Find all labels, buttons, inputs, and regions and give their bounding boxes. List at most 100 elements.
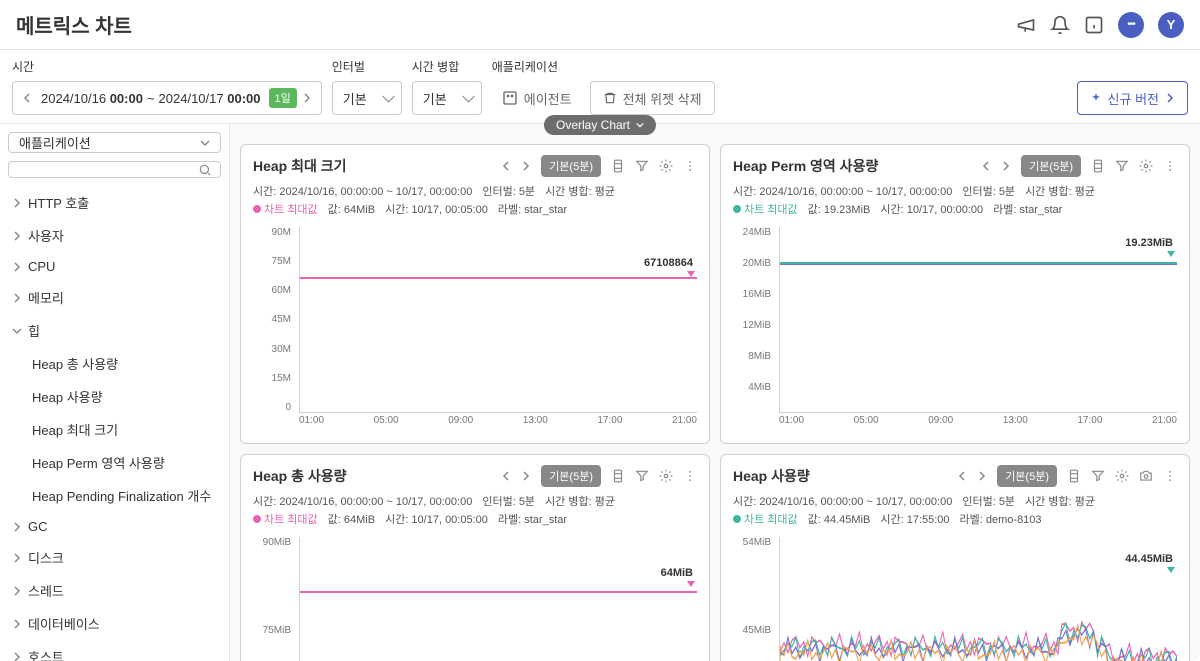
timer-icon[interactable] — [1067, 469, 1081, 483]
tree-parent-item[interactable]: CPU — [8, 252, 221, 281]
chart-plot[interactable]: 90M75M60M45M30M15M001:0005:0009:0013:001… — [253, 227, 697, 433]
announcement-icon[interactable] — [1016, 15, 1036, 35]
chart-panel: Heap 총 사용량기본(5분)시간: 2024/10/16, 00:00:00… — [240, 454, 710, 661]
chevron-right-icon — [12, 586, 22, 596]
tree-parent-item[interactable]: GC — [8, 512, 221, 541]
panel-prev-button[interactable] — [957, 471, 967, 481]
camera-icon[interactable] — [1139, 469, 1153, 483]
chart-plot[interactable]: 24MiB20MiB16MiB12MiB8MiB4MiB01:0005:0009… — [733, 227, 1177, 433]
filter-icon[interactable] — [1115, 159, 1129, 173]
meta-label: 라벨: star_star — [498, 201, 567, 217]
meta-merge: 시간 병합: 평균 — [1025, 493, 1095, 509]
tree-parent-item[interactable]: 사용자 — [8, 219, 221, 252]
avatar[interactable]: Y — [1158, 12, 1184, 38]
chart-plot[interactable]: 90MiB75MiB60MiB64MiB — [253, 537, 697, 661]
panel-prev-button[interactable] — [981, 161, 991, 171]
filter-icon[interactable] — [635, 159, 649, 173]
panel-next-button[interactable] — [1001, 161, 1011, 171]
chart-panels: Heap 최대 크기기본(5분)시간: 2024/10/16, 00:00:00… — [230, 124, 1200, 661]
bell-icon[interactable] — [1050, 15, 1070, 35]
toolbar-label-time: 시간 — [12, 58, 322, 75]
meta-merge: 시간 병합: 평균 — [545, 183, 615, 199]
tree-parent-item[interactable]: 스레드 — [8, 574, 221, 607]
tree-item-label: Heap Perm 영역 사용량 — [32, 453, 165, 472]
tree-parent-item[interactable]: 메모리 — [8, 281, 221, 314]
time-next-button[interactable] — [297, 84, 317, 112]
gear-icon[interactable] — [659, 159, 673, 173]
interval-badge: 기본(5분) — [541, 155, 601, 177]
meta-value: 값: 19.23MiB — [808, 201, 871, 217]
tree-item-label: 메모리 — [28, 288, 64, 307]
gear-icon[interactable] — [1115, 469, 1129, 483]
y-axis: 90M75M60M45M30M15M0 — [253, 227, 295, 413]
toolbar-label-app: 애플리케이션 — [492, 58, 715, 75]
toolbar-label-merge: 시간 병합 — [412, 58, 482, 75]
sidebar: 애플리케이션 HTTP 호출사용자CPU 메모리힙Heap 총 사용량 Heap 사… — [0, 124, 230, 661]
panel-prev-button[interactable] — [501, 471, 511, 481]
delete-all-widgets-button[interactable]: 전체 위젯 삭제 — [590, 81, 715, 115]
y-axis: 54MiB45MiB36MiB — [733, 537, 775, 661]
more-icon[interactable] — [683, 469, 697, 483]
chevron-right-icon — [12, 652, 22, 661]
tree-child-item[interactable]: Heap 총 사용량 — [8, 347, 221, 380]
info-box-icon[interactable] — [1084, 15, 1104, 35]
interval-badge: 기본(5분) — [997, 465, 1057, 487]
filter-icon[interactable] — [635, 469, 649, 483]
chart-panel: Heap 사용량기본(5분)시간: 2024/10/16, 00:00:00 ~… — [720, 454, 1190, 661]
tree-parent-item[interactable]: 힙 — [8, 314, 221, 347]
chart-callout-value: 64MiB — [661, 567, 693, 579]
tree-item-label: GC — [28, 519, 48, 534]
meta-interval: 인터벌: 5분 — [962, 183, 1015, 199]
chevron-right-icon — [12, 231, 22, 241]
tree-child-item[interactable]: Heap Perm 영역 사용량 — [8, 446, 221, 479]
merge-select[interactable]: 기본 — [412, 81, 482, 115]
more-icon[interactable] — [683, 159, 697, 173]
overlay-chart-toggle[interactable]: Overlay Chart — [544, 115, 656, 135]
search-input[interactable] — [17, 162, 198, 177]
timer-icon[interactable] — [611, 469, 625, 483]
chat-icon[interactable]: ••• — [1118, 12, 1144, 38]
meta-time-at: 시간: 10/17, 00:00:00 — [880, 201, 983, 217]
tree-child-item[interactable]: Heap Pending Finalization 개수 — [8, 479, 221, 512]
meta-merge: 시간 병합: 평균 — [1025, 183, 1095, 199]
agent-button[interactable]: 에이전트 — [492, 81, 582, 115]
tree-item-label: 디스크 — [28, 548, 64, 567]
meta-max: 차트 최대값 — [733, 511, 798, 527]
duration-badge: 1일 — [269, 88, 297, 108]
more-icon[interactable] — [1163, 469, 1177, 483]
more-icon[interactable] — [1163, 159, 1177, 173]
filter-icon[interactable] — [1091, 469, 1105, 483]
chart-plot[interactable]: 54MiB45MiB36MiB44.45MiB — [733, 537, 1177, 661]
interval-select[interactable]: 기본 — [332, 81, 402, 115]
panel-next-button[interactable] — [521, 161, 531, 171]
panel-prev-button[interactable] — [501, 161, 511, 171]
toolbar: 시간 2024/10/16 00:00 ~ 2024/10/17 00:00 1… — [0, 50, 1200, 124]
tree-parent-item[interactable]: 호스트 — [8, 640, 221, 661]
time-prev-button[interactable] — [17, 84, 37, 112]
gear-icon[interactable] — [659, 469, 673, 483]
tree-child-item[interactable]: Heap 최대 크기 — [8, 413, 221, 446]
tree-item-label: 호스트 — [28, 647, 64, 661]
time-range-picker[interactable]: 2024/10/16 00:00 ~ 2024/10/17 00:00 1일 — [12, 81, 322, 115]
chart-panel: Heap 최대 크기기본(5분)시간: 2024/10/16, 00:00:00… — [240, 144, 710, 444]
timer-icon[interactable] — [611, 159, 625, 173]
chevron-right-icon — [12, 198, 22, 208]
meta-max: 차트 최대값 — [253, 511, 318, 527]
panel-next-button[interactable] — [521, 471, 531, 481]
meta-interval: 인터벌: 5분 — [482, 493, 535, 509]
gear-icon[interactable] — [1139, 159, 1153, 173]
chevron-right-icon — [12, 619, 22, 629]
tree-parent-item[interactable]: 데이터베이스 — [8, 607, 221, 640]
tree-parent-item[interactable]: 디스크 — [8, 541, 221, 574]
panel-next-button[interactable] — [977, 471, 987, 481]
category-select[interactable]: 애플리케이션 — [8, 132, 221, 153]
tree-item-label: Heap 사용량 — [32, 387, 103, 406]
scrollbar[interactable] — [229, 324, 230, 524]
new-version-button[interactable]: 신규 버전 — [1077, 81, 1188, 115]
tree-child-item[interactable]: Heap 사용량 — [8, 380, 221, 413]
meta-time-at: 시간: 17:55:00 — [880, 511, 949, 527]
meta-label: 라벨: star_star — [993, 201, 1062, 217]
timer-icon[interactable] — [1091, 159, 1105, 173]
tree-parent-item[interactable]: HTTP 호출 — [8, 186, 221, 219]
y-axis: 24MiB20MiB16MiB12MiB8MiB4MiB — [733, 227, 775, 413]
